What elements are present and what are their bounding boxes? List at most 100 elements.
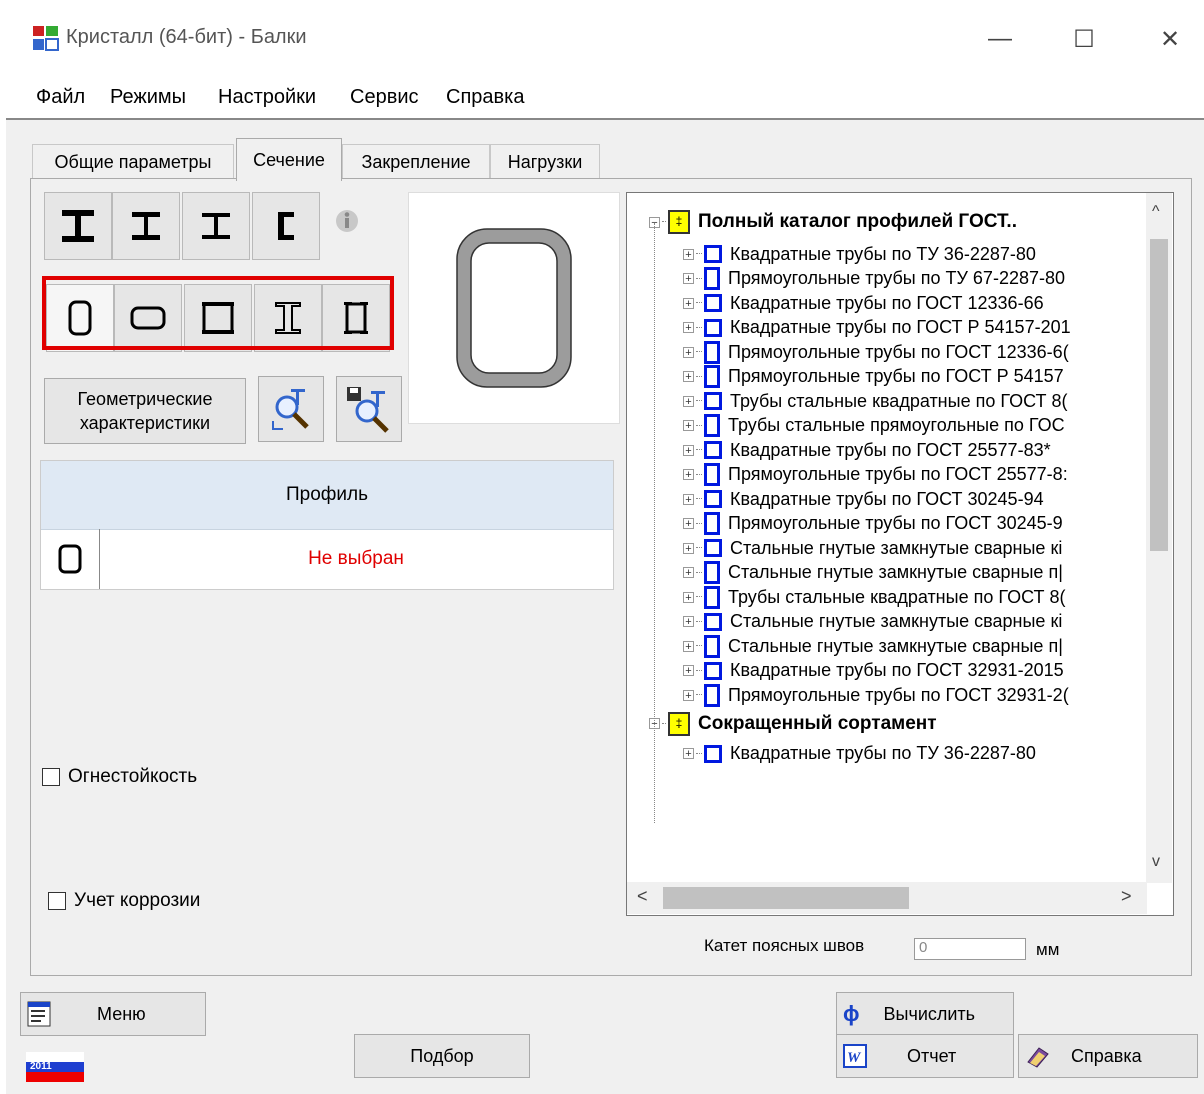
tree-item[interactable]: + Прямоугольные трубы по ГОСТ 12336-6( [683,340,1069,364]
tree-item[interactable]: + Квадратные трубы по ГОСТ 12336-66 [683,291,1044,315]
app-icon [32,24,60,52]
tab-fixing[interactable]: Закрепление [342,144,490,179]
calculate-button[interactable]: ɸ Вычислить [836,992,1014,1036]
tree-connector [696,253,702,255]
vertical-scroll-thumb[interactable] [1150,239,1168,551]
profile-i-beam-narrow-button[interactable] [112,192,180,260]
tree-connector [696,596,702,598]
expand-icon[interactable]: + [683,395,694,407]
tree-item[interactable]: + Прямоугольные трубы по ГОСТ Р 54157 [683,365,1064,389]
tree-connector [662,722,666,725]
select-button[interactable]: Подбор [354,1034,530,1078]
expand-icon[interactable]: + [683,567,694,579]
profile-channel-button[interactable] [252,192,320,260]
tree-item[interactable]: + Квадратные трубы по ГОСТ 25577-83* [683,438,1051,462]
checkbox-box[interactable] [48,892,66,910]
expand-icon[interactable]: + [683,542,694,554]
tree-root-label: Сокращенный сортамент [698,712,937,734]
menu-file[interactable]: Файл [36,86,85,109]
menu-button-label: Меню [97,1003,146,1024]
fire-resistance-checkbox[interactable]: Огнестойкость [42,766,197,788]
profile-row-value[interactable]: Не выбран [99,529,613,589]
tree-item[interactable]: + Прямоугольные трубы по ГОСТ 25577-8: [683,463,1068,487]
rect-tube-icon [704,267,720,290]
info-icon[interactable] [334,208,360,234]
tree-connector [696,752,702,755]
expand-icon[interactable]: + [683,689,694,701]
tree-item-label: Стальные гнутые замкнутые сварные п| [728,635,1063,656]
tree-item[interactable]: + Трубы стальные прямоугольные по ГОС [683,414,1065,438]
expand-icon[interactable]: + [683,322,694,334]
tree-item[interactable]: + Квадратные трубы по ГОСТ 30245-94 [683,487,1044,511]
menu-service[interactable]: Сервис [350,86,419,109]
expand-icon[interactable]: + [683,493,694,505]
tree-root-node[interactable]: − ‡ Сокращенный сортамент [649,711,937,736]
menu-settings[interactable]: Настройки [218,86,316,109]
report-button[interactable]: W Отчет [836,1034,1014,1078]
search-profile-button[interactable] [258,376,324,442]
menu-modes[interactable]: Режимы [110,86,186,109]
help-button[interactable]: Справка [1018,1034,1198,1078]
scroll-down-icon[interactable]: v [1152,853,1160,871]
tab-section[interactable]: Сечение [236,138,342,181]
menu-help[interactable]: Справка [446,86,524,109]
tree-item[interactable]: + Квадратные трубы по ГОСТ Р 54157-201 [683,316,1071,340]
close-button[interactable]: ✕ [1150,22,1190,56]
expand-icon[interactable]: + [683,591,694,603]
tree-connector [696,522,702,525]
tree-item[interactable]: + Трубы стальные квадратные по ГОСТ 8( [683,389,1067,413]
rect-tube-icon [704,414,720,437]
tree-item[interactable]: + Квадратные трубы по ГОСТ 32931-2015 [683,659,1064,683]
tree-item-label: Квадратные трубы по ГОСТ 25577-83* [730,439,1051,460]
expand-icon[interactable]: + [683,371,694,383]
tree-item[interactable]: + Прямоугольные трубы по ГОСТ 32931-2( [683,683,1069,707]
expand-icon[interactable]: + [683,297,694,309]
square-tube-icon [704,744,722,763]
window-title: Кристалл (64-бит) - Балки [66,26,307,48]
tree-item[interactable]: + Прямоугольные трубы по ГОСТ 30245-9 [683,512,1063,536]
expand-icon[interactable]: + [683,640,694,652]
profile-catalog-tree[interactable]: − ‡ Полный каталог профилей ГОСТ.. + Квадрат… [626,192,1174,916]
save-search-button[interactable] [336,376,402,442]
tree-item[interactable]: + Стальные гнутые замкнутые сварные кі [683,610,1062,634]
expand-icon[interactable]: + [683,444,694,456]
tree-horizontal-scrollbar[interactable]: < > [627,882,1147,914]
corrosion-checkbox[interactable]: Учет коррозии [48,890,200,912]
expand-icon[interactable]: + [683,665,694,677]
tree-item[interactable]: + Квадратные трубы по ТУ 36-2287-80 [683,742,1036,766]
checkbox-box[interactable] [42,768,60,786]
expand-icon[interactable]: + [683,420,694,432]
tree-item[interactable]: + Стальные гнутые замкнутые сварные кі [683,536,1062,560]
tree-item[interactable]: + Трубы стальные квадратные по ГОСТ 8( [683,585,1065,609]
weld-leg-input[interactable]: 0 [914,938,1026,960]
expand-icon[interactable]: + [683,518,694,530]
tree-item[interactable]: + Прямоугольные трубы по ТУ 67-2287-80 [683,267,1065,291]
scroll-left-icon[interactable]: < [637,886,648,907]
expand-icon[interactable]: + [683,273,694,285]
minimize-button[interactable]: — [980,22,1020,56]
tree-item[interactable]: + Квадратные трубы по ТУ 36-2287-80 [683,242,1036,266]
geometric-characteristics-button[interactable]: Геометрические характеристики [44,378,246,444]
menu-button[interactable]: Меню [20,992,206,1036]
tab-loads[interactable]: Нагрузки [490,144,600,179]
profile-i-beam-thin-button[interactable] [182,192,250,260]
tree-item-label: Прямоугольные трубы по ГОСТ 30245-9 [728,513,1063,533]
profile-i-beam-button[interactable] [44,192,112,260]
scroll-right-icon[interactable]: > [1121,886,1132,907]
expand-icon[interactable]: + [683,346,694,358]
tree-vertical-scrollbar[interactable]: ^ v [1146,193,1172,883]
expand-icon[interactable]: + [683,748,694,760]
horizontal-scroll-thumb[interactable] [663,887,909,909]
tree-root-node[interactable]: − ‡ Полный каталог профилей ГОСТ.. [649,210,1017,234]
save-magnifier-icon [347,387,389,433]
maximize-button[interactable]: ☐ [1064,22,1104,56]
expand-icon[interactable]: + [683,469,694,481]
tree-item[interactable]: + Стальные гнутые замкнутые сварные п| [683,634,1063,658]
expand-icon[interactable]: + [683,248,694,260]
tree-item[interactable]: + Стальные гнутые замкнутые сварные п| [683,561,1063,585]
rect-tube-icon [704,683,720,707]
expand-icon[interactable]: + [683,616,694,628]
tab-general[interactable]: Общие параметры [32,144,234,179]
rect-tube-icon [704,561,720,584]
scroll-up-icon[interactable]: ^ [1152,203,1160,221]
